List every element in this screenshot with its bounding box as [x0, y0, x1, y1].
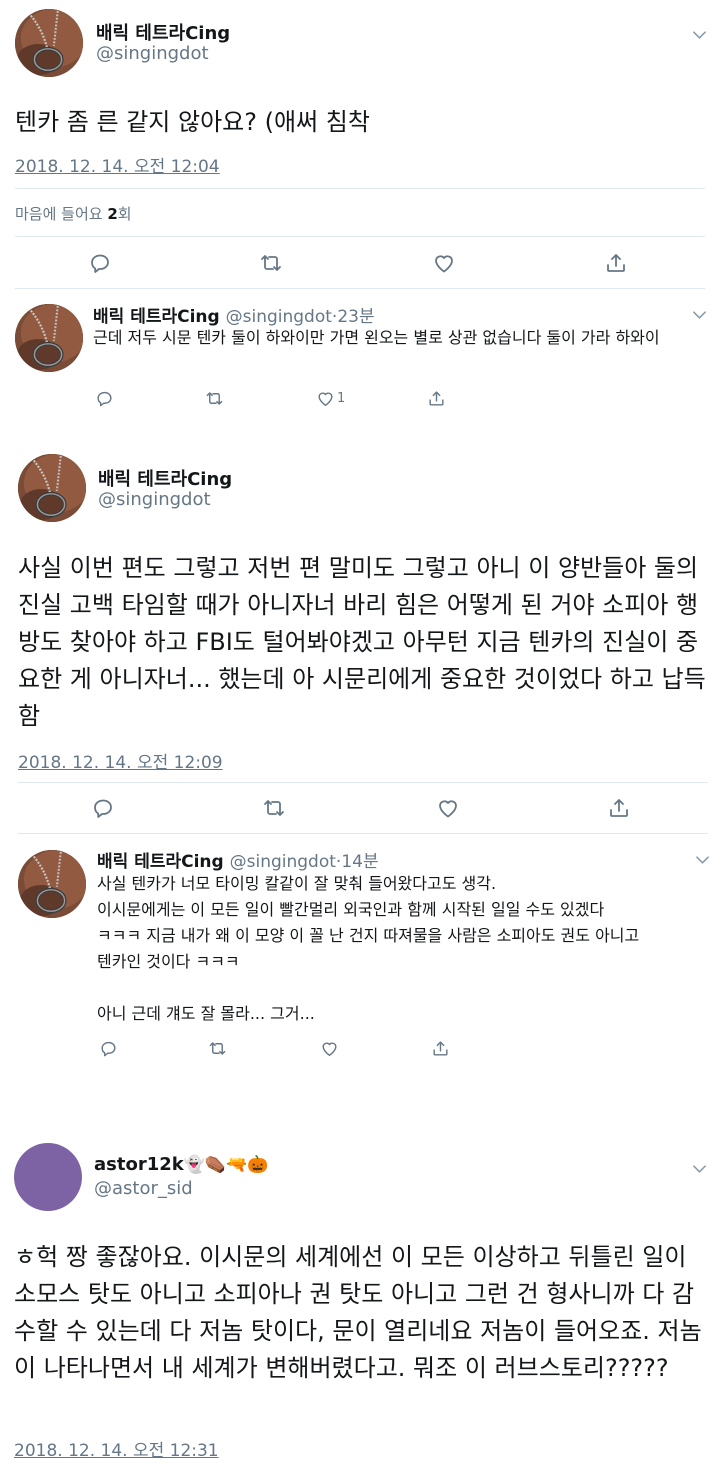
reply-header[interactable]: 배릭 테트라Cing @singingdot·23분 — [93, 302, 375, 327]
reply-line — [97, 975, 707, 1001]
name-emojis: 👻⚰️🔫🎃 — [183, 1155, 269, 1175]
avatar[interactable] — [15, 304, 83, 372]
reply-line: 텐카인 것이다 ㅋㅋㅋ — [97, 952, 240, 971]
chevron-down-icon[interactable] — [692, 308, 707, 324]
divider — [15, 188, 705, 189]
author-handle[interactable]: @singingdot — [98, 489, 211, 510]
reply-line: 이시문에게는 이 모든 일이 빨간멀리 외국인과 함께 시작된 일일 수도 있겠… — [97, 900, 605, 919]
divider — [18, 833, 708, 834]
heart-icon[interactable] — [320, 1039, 339, 1058]
reply-header[interactable]: 배릭 테트라Cing @singingdot·14분 — [97, 847, 379, 872]
tweet-text: 사실 이번 편도 그렇고 저번 편 말미도 그렇고 아니 이 양반들아 둘의 진… — [18, 554, 706, 730]
author-name: 배릭 테트라Cing — [97, 852, 224, 872]
retweet-icon[interactable] — [205, 389, 224, 408]
reply-line: ㅋㅋㅋ 지금 내가 왜 이 모양 이 꼴 난 건지 따져물을 사람은 소피아도 … — [97, 926, 640, 945]
heart-icon[interactable]: 1 — [316, 389, 345, 408]
reply-text: 사실 텐카가 너모 타이밍 칼같이 잘 맞춰 들어왔다고도 생각. 이시문에게는… — [97, 871, 707, 1027]
tweet-timestamp[interactable]: 2018. 12. 14. 오전 12:09 — [18, 748, 223, 773]
retweet-icon[interactable] — [208, 1039, 227, 1058]
reply-icon[interactable] — [88, 251, 112, 275]
likes-count: 2 — [107, 205, 118, 223]
author-name-row[interactable]: astor12k👻⚰️🔫🎃 — [94, 1154, 268, 1175]
reply-line: 사실 텐카가 너모 타이밍 칼같이 잘 맞춰 들어왔다고도 생각. — [97, 874, 497, 893]
avatar[interactable] — [18, 454, 86, 522]
heart-icon[interactable] — [436, 796, 460, 820]
chevron-down-icon[interactable] — [695, 853, 710, 869]
retweet-icon[interactable] — [259, 251, 283, 275]
heart-icon[interactable] — [432, 251, 456, 275]
reply-icon[interactable] — [91, 796, 115, 820]
avatar[interactable] — [18, 850, 86, 918]
likes-suffix: 회 — [117, 205, 132, 223]
divider — [18, 782, 708, 783]
retweet-icon[interactable] — [262, 796, 286, 820]
chevron-down-icon[interactable] — [692, 28, 707, 44]
author-handle: @singingdot — [229, 852, 336, 872]
tweet-text: 텐카 좀 른 같지 않아요? (애써 침착 — [15, 108, 370, 136]
author-handle[interactable]: @astor_sid — [94, 1178, 193, 1199]
avatar[interactable] — [15, 9, 83, 77]
share-icon[interactable] — [604, 251, 628, 275]
reply-age: ·23분 — [331, 307, 375, 327]
likes-prefix: 마음에 들어요 — [15, 205, 108, 223]
reply-icon[interactable] — [99, 1039, 118, 1058]
author-name: astor12k — [94, 1154, 184, 1175]
reply-text: 근데 저두 시문 텐카 둘이 하와이만 가면 왼오는 별로 상관 없습니다 둘이… — [93, 328, 660, 347]
author-name[interactable]: 배릭 테트라Cing — [96, 19, 230, 45]
avatar[interactable] — [14, 1143, 82, 1211]
author-handle[interactable]: @singingdot — [96, 43, 209, 64]
like-count: 1 — [337, 391, 346, 406]
tweet-timestamp[interactable]: 2018. 12. 14. 오전 12:31 — [14, 1436, 219, 1461]
author-name[interactable]: 배릭 테트라Cing — [98, 465, 232, 491]
reply-line: 아니 근데 걔도 잘 몰라... 그거... — [97, 1004, 315, 1023]
likes-summary[interactable]: 마음에 들어요 2회 — [15, 203, 132, 224]
chevron-down-icon[interactable] — [692, 1162, 707, 1178]
share-icon[interactable] — [427, 389, 446, 408]
reply-icon[interactable] — [95, 389, 114, 408]
tweet-text: ㅎ헉 짱 좋잖아요. 이시문의 세계에선 이 모든 이상하고 뒤틀린 일이 소모… — [14, 1243, 702, 1382]
divider — [15, 236, 705, 237]
author-handle: @singingdot — [225, 307, 332, 327]
share-icon[interactable] — [607, 796, 631, 820]
divider — [15, 288, 705, 289]
tweet-timestamp[interactable]: 2018. 12. 14. 오전 12:04 — [15, 152, 220, 177]
author-name: 배릭 테트라Cing — [93, 307, 220, 327]
reply-age: ·14분 — [335, 852, 379, 872]
share-icon[interactable] — [431, 1039, 450, 1058]
